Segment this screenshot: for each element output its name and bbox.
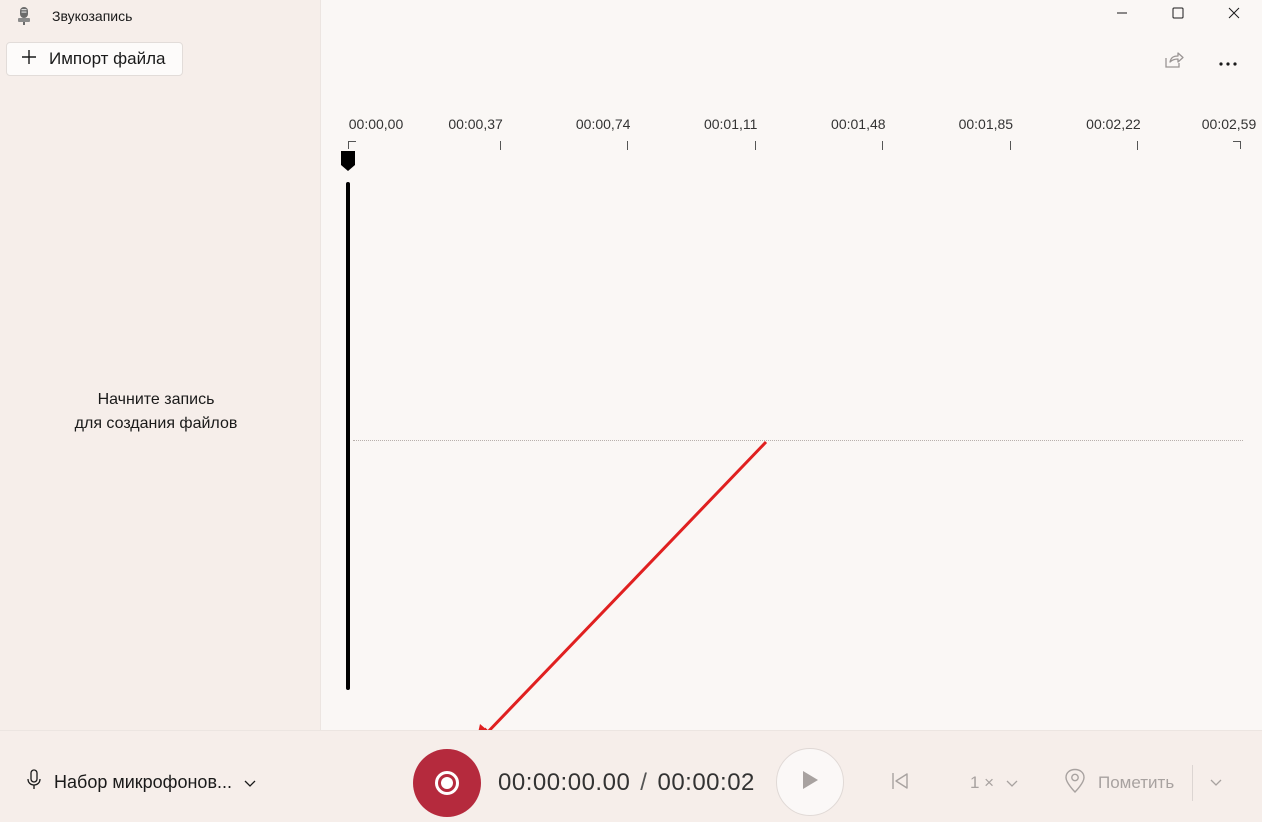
add-marker-button[interactable]: Пометить: [1064, 767, 1174, 799]
top-toolbar: [1156, 46, 1246, 78]
sidebar: Звукозапись Импорт файла Начните запись …: [0, 0, 321, 730]
skip-back-button[interactable]: [885, 768, 915, 798]
timeline-tick-mark: [1137, 141, 1139, 150]
playhead-handle[interactable]: [340, 150, 356, 172]
empty-state-message: Начните запись для создания файлов: [0, 388, 312, 436]
current-time: 00:00:00.00: [498, 769, 631, 796]
share-icon: [1164, 51, 1184, 74]
speed-label: 1 ×: [969, 773, 995, 792]
timeline-tick-label: 00:02,22: [1086, 116, 1141, 132]
app-title: Звукозапись: [52, 8, 133, 24]
timeline-tick-label: 00:00,00: [348, 116, 404, 132]
voice-recorder-window: Звукозапись Импорт файла Начните запись …: [0, 0, 1262, 822]
playhead-line: [346, 182, 350, 690]
skip-back-icon: [890, 771, 910, 796]
microphone-app-icon: [16, 6, 32, 26]
timeline-tick-label: 00:00,37: [448, 116, 503, 132]
plus-icon: [21, 49, 37, 70]
timeline-tick-mark: [882, 141, 884, 150]
title-bar: Звукозапись: [16, 5, 132, 27]
timeline-tick-label: 00:01,11: [703, 116, 758, 132]
more-options-button[interactable]: [1202, 769, 1230, 797]
playback-speed-button[interactable]: 1 ×: [952, 767, 1036, 799]
location-pin-icon: [1064, 768, 1086, 799]
timeline-tick-label: 00:02,59: [1201, 116, 1257, 132]
waveform-baseline: [353, 440, 1243, 441]
timeline[interactable]: 00:00,00 00:00,37 00:00,74 00:01,11 00:01,48…: [321, 100, 1262, 730]
timeline-start-marker: [348, 141, 356, 149]
chevron-down-icon: [244, 772, 256, 793]
play-button[interactable]: [776, 748, 844, 816]
minimize-button[interactable]: [1094, 0, 1150, 30]
chevron-down-icon: [1210, 774, 1222, 792]
import-file-label: Импорт файла: [49, 49, 166, 68]
minimize-icon: [1116, 6, 1128, 24]
time-separator: /: [640, 769, 648, 796]
more-icon: [1219, 53, 1237, 71]
window-controls: [1094, 0, 1262, 30]
microphone-icon: [26, 769, 42, 796]
play-icon: [800, 769, 820, 796]
record-button[interactable]: [413, 749, 481, 817]
maximize-icon: [1172, 6, 1184, 24]
playback-bar: Набор микрофонов... 00:00:00.00 / 00:00:02: [0, 730, 1262, 822]
import-file-button[interactable]: Импорт файла: [6, 42, 183, 76]
close-icon: [1228, 6, 1240, 24]
timeline-tick-label: 00:01,85: [958, 116, 1014, 132]
add-marker-label: Пометить: [1098, 773, 1175, 792]
toolbar-divider: [1192, 765, 1193, 801]
timeline-end-marker: [1233, 141, 1241, 149]
timeline-tick-label: 00:00,74: [575, 116, 631, 132]
time-display: 00:00:00.00 / 00:00:02: [498, 769, 755, 797]
timeline-tick-label: 00:01,48: [831, 116, 886, 132]
microphone-label: Набор микрофонов...: [54, 772, 233, 792]
timeline-tick-mark: [499, 141, 501, 150]
timeline-tick-mark: [1009, 141, 1011, 150]
record-icon: [435, 771, 459, 795]
timeline-tick-mark: [754, 141, 756, 150]
empty-state-line2: для создания файлов: [74, 415, 238, 432]
chevron-down-icon: [1006, 773, 1018, 793]
empty-state-line1: Начните запись: [97, 391, 215, 408]
more-button[interactable]: [1210, 46, 1246, 78]
share-button[interactable]: [1156, 46, 1192, 78]
total-time: 00:00:02: [657, 769, 755, 796]
close-button[interactable]: [1206, 0, 1262, 30]
maximize-button[interactable]: [1150, 0, 1206, 30]
microphone-selector[interactable]: Набор микрофонов...: [26, 769, 256, 796]
timeline-tick-mark: [627, 141, 629, 150]
